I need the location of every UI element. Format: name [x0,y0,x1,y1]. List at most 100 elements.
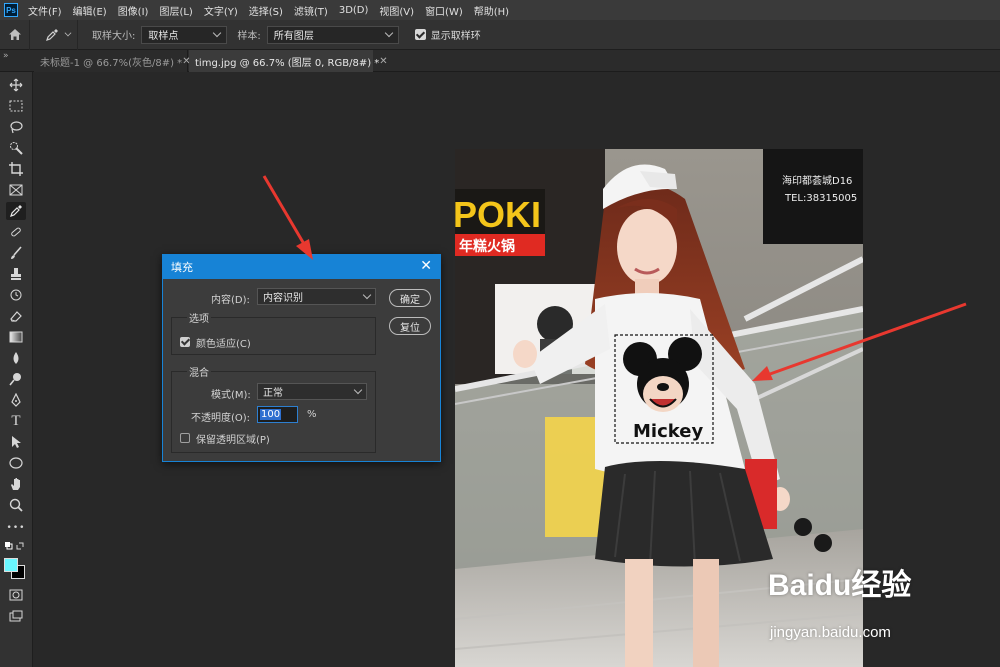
shop-sign-subtext: 年糕火锅 [459,238,515,255]
baidu-watermark-url: jingyan.baidu.com [770,624,891,641]
baidu-watermark-logo: Baidu经验 [768,569,912,602]
show-sampling-ring-label: 显示取样环 [430,31,481,42]
swap-colors-control[interactable] [3,540,27,552]
reset-button[interactable]: 复位 [389,317,431,335]
frame-tool[interactable] [6,181,26,199]
opacity-label: 不透明度(O): [191,413,251,424]
content-select[interactable]: 内容识别 [257,288,376,305]
dialog-title-bar[interactable]: 填充 ✕ [163,255,440,279]
home-icon [8,29,21,40]
menu-3d[interactable]: 3D(D) [339,5,369,16]
pen-tool[interactable] [6,391,26,409]
eraser-tool[interactable] [6,307,26,325]
chevron-down-icon [353,385,363,395]
eraser-icon [10,311,22,322]
content-label: 内容(D): [211,295,250,306]
type-tool[interactable]: T [6,412,26,430]
mode-value: 正常 [263,388,283,399]
sample-select[interactable]: 所有图层 [266,25,399,44]
history-brush-icon [10,289,22,301]
menu-image[interactable]: 图像(I) [118,3,149,18]
collapse-panels-icon[interactable]: » [3,51,9,61]
menu-window[interactable]: 窗口(W) [425,3,463,18]
options-bar: 取样大小: 取样点 样本: 所有图层 显示取样环 [0,19,1000,50]
opacity-value: 100 [260,409,282,420]
zoom-icon [9,498,23,512]
close-icon[interactable]: ✕ [420,258,432,274]
cursor-arrow-icon [12,436,21,448]
pen-icon [11,393,21,407]
eyedropper-tool[interactable] [6,202,26,220]
move-icon [9,78,23,92]
opacity-input[interactable]: 100 [257,406,298,423]
fill-dialog: 填充 ✕ 内容(D): 内容识别 确定 复位 选项 颜色适应(C) 混合 模式(… [162,254,441,462]
tab-untitled-1[interactable]: 未标题-1 @ 66.7%(灰色/8#) * ✕ [34,50,191,72]
quick-mask-button[interactable] [6,586,26,604]
photoshop-logo-icon: Ps [4,3,18,17]
content-value: 内容识别 [263,293,303,304]
store-sign-line1: 海印都荟城D16 [782,174,852,187]
color-adaptation-checkbox[interactable] [180,337,190,347]
sample-size-label: 取样大小: [92,31,136,42]
ok-button[interactable]: 确定 [389,289,431,307]
move-tool[interactable] [6,76,26,94]
zoom-tool[interactable] [6,496,26,514]
rect-marquee-icon [9,100,23,112]
dodge-icon [9,373,21,386]
ellipse-tool[interactable] [6,454,26,472]
stamp-icon [11,268,21,280]
tab-title: 未标题-1 @ 66.7%(灰色/8#) * [40,57,183,69]
tool-preset-picker[interactable] [38,19,78,50]
healing-brush-icon [11,227,21,237]
tab-timg[interactable]: timg.jpg @ 66.7% (图层 0, RGB/8#) * ✕ [189,50,388,72]
options-group-title: 选项 [187,310,211,325]
close-icon[interactable]: ✕ [379,56,387,67]
tools-panel: T ••• [0,72,33,667]
hand-icon [11,478,20,490]
menu-edit[interactable]: 编辑(E) [73,3,107,18]
dialog-title: 填充 [171,261,193,274]
gradient-icon [9,331,23,343]
foreground-color-swatch[interactable] [4,558,18,572]
opacity-unit: % [307,409,317,420]
brush-tool[interactable] [6,244,26,262]
color-adaptation-label: 颜色适应(C) [196,339,251,350]
brush-icon [11,246,22,259]
history-brush-tool[interactable] [6,286,26,304]
menu-type[interactable]: 文字(Y) [204,3,238,18]
gradient-tool[interactable] [6,328,26,346]
blending-group-title: 混合 [187,364,211,379]
quick-select-tool[interactable] [6,139,26,157]
chevron-down-icon [362,290,372,300]
blur-tool[interactable] [6,349,26,367]
path-select-tool[interactable] [6,433,26,451]
lasso-tool[interactable] [6,118,26,136]
shirt-print-text: Mickey [633,421,703,442]
chevron-down-icon [384,28,393,38]
menu-filter[interactable]: 滤镜(T) [294,3,328,18]
shop-sign-text: POKI [455,194,541,235]
menu-file[interactable]: 文件(F) [28,3,62,18]
screen-mode-button[interactable] [6,607,26,625]
rect-marquee-tool[interactable] [6,97,26,115]
crop-icon [9,162,23,176]
chevron-down-icon [64,29,71,37]
clone-stamp-tool[interactable] [6,265,26,283]
preserve-transparency-checkbox[interactable] [180,433,190,443]
healing-brush-tool[interactable] [6,223,26,241]
menu-layer[interactable]: 图层(L) [159,3,192,18]
store-sign-line2: TEL:38315005 [784,193,857,204]
home-button[interactable] [0,19,30,50]
crop-tool[interactable] [6,160,26,178]
ellipse-icon [9,457,23,469]
menu-select[interactable]: 选择(S) [249,3,283,18]
mode-select[interactable]: 正常 [257,383,367,400]
menu-view[interactable]: 视图(V) [379,3,414,18]
dodge-tool[interactable] [6,370,26,388]
sample-label: 样本: [237,31,261,42]
sample-size-select[interactable]: 取样点 [141,25,228,44]
menu-help[interactable]: 帮助(H) [474,3,509,18]
more-tools-icon[interactable]: ••• [6,519,26,537]
hand-tool[interactable] [6,475,26,493]
show-sampling-ring-checkbox[interactable] [414,29,426,40]
